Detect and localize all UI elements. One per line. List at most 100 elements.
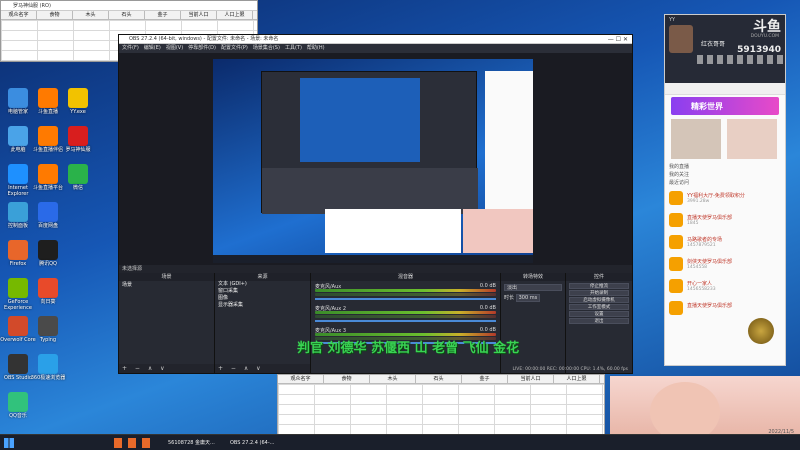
room-list-item[interactable]: 直播天使罗马俱乐部 1845 [665, 211, 785, 231]
column-header[interactable]: 木头 [73, 11, 109, 19]
scenes-dock[interactable]: 场景 场景 + − ∧ ∨ [119, 273, 215, 373]
desktop-icon[interactable] [38, 278, 58, 298]
column-header[interactable]: 人口上限 [217, 11, 253, 19]
obs-preview[interactable] [119, 53, 632, 265]
sources-dock[interactable]: 来源 文本 (GDI+) 窗口采集 图像 显示器采集 + − ∧ ∨ [215, 273, 311, 373]
mixer-track[interactable]: 麦克风/Aux 2 0.0 dB [315, 305, 496, 322]
control-button[interactable]: 启动虚拟摄像机 [569, 297, 629, 303]
control-buttons[interactable]: 停止推流 开始录制 启动虚拟摄像机 工作室模式 设置 退出 [566, 281, 632, 327]
source-item[interactable]: 图像 [215, 295, 310, 302]
section-label[interactable]: 我的关注 [669, 171, 781, 179]
mixer-dock[interactable]: 混音器 麦克风/Aux 0.0 dB 麦克风/Aux 2 0.0 dB 麦克风/Aux … [311, 273, 501, 373]
desktop-icon[interactable] [8, 202, 28, 222]
featured-thumb-1[interactable] [671, 119, 721, 159]
column-header[interactable]: 观众名字 [278, 375, 324, 383]
menu-item[interactable]: 配置文件(P) [221, 45, 248, 51]
scene-item[interactable]: 场景 [119, 281, 214, 289]
control-button[interactable]: 停止推流 [569, 283, 629, 289]
taskbar[interactable]: 56108728 金庸天... OBS 27.2.4 (64-... [0, 434, 800, 450]
room-list-item[interactable]: YY福利大厅-免费领取积分 3991.28w [665, 189, 785, 209]
start-button[interactable] [4, 438, 14, 448]
volume-slider[interactable] [315, 298, 496, 300]
controls-dock[interactable]: 控件 停止推流 开始录制 启动虚拟摄像机 工作室模式 设置 退出 [566, 273, 632, 373]
douyu-panel[interactable]: YY 斗鱼 DOUYU.COM 红衣哥哥 5913940 精彩世界 我的直播 我的… [664, 14, 786, 366]
section-label[interactable]: 最近访问 [669, 179, 781, 187]
menu-item[interactable]: 文件(F) [122, 45, 139, 51]
control-button[interactable]: 设置 [569, 311, 629, 317]
desktop-icon[interactable] [38, 354, 58, 374]
desktop-icon[interactable] [8, 88, 28, 108]
source-item[interactable]: 文本 (GDI+) [215, 281, 310, 288]
desktop-icon[interactable] [68, 164, 88, 184]
nested-sheet [325, 209, 461, 253]
pinned-apps[interactable] [114, 438, 154, 448]
douyu-featured[interactable] [671, 119, 779, 159]
source-item[interactable]: 显示器采集 [215, 302, 310, 309]
window-controls[interactable]: — ☐ ✕ [608, 35, 628, 44]
room-list-item[interactable]: 直播天使罗马俱乐部 [665, 299, 785, 319]
desktop-icon[interactable] [68, 126, 88, 146]
desktop-icon[interactable] [8, 354, 28, 374]
column-header[interactable]: 木头 [370, 375, 416, 383]
source-item[interactable]: 窗口采集 [215, 288, 310, 295]
desktop-icon[interactable] [38, 240, 58, 260]
desktop-icon[interactable] [38, 202, 58, 222]
spreadsheet-window-bottom[interactable]: 观众名字 食物 木头 石头 金子 当前人口 人口上限 [277, 374, 605, 436]
transitions-dock[interactable]: 转场特效 淡出 时长 300 ms [501, 273, 566, 373]
douyu-brand-sub: DOUYU.COM [750, 34, 779, 39]
douyu-nav[interactable] [665, 83, 785, 95]
menu-item[interactable]: 工具(T) [285, 45, 302, 51]
menu-item[interactable]: 停靠部件(D) [188, 45, 216, 51]
featured-thumb-2[interactable] [727, 119, 777, 159]
avatar[interactable] [669, 25, 693, 53]
control-button[interactable]: 工作室模式 [569, 304, 629, 310]
desktop-icon[interactable] [8, 164, 28, 184]
desktop-icon[interactable] [38, 88, 58, 108]
column-header[interactable]: 石头 [416, 375, 462, 383]
column-header[interactable]: 当前人口 [508, 375, 554, 383]
column-header[interactable]: 当前人口 [181, 11, 217, 19]
room-list-item[interactable]: 剑侠天使罗马俱乐部 1454558 [665, 255, 785, 275]
menu-item[interactable]: 帮助(H) [307, 45, 325, 51]
column-header[interactable]: 食物 [37, 11, 73, 19]
obs-window[interactable]: OBS 27.2.4 (64-bit, windows) - 配置文件: 未命名… [118, 34, 633, 374]
desktop-icon[interactable] [38, 126, 58, 146]
taskbar-item-obs[interactable]: OBS 27.2.4 (64-... [230, 437, 274, 449]
volume-slider[interactable] [315, 320, 496, 322]
desktop-icon[interactable] [8, 126, 28, 146]
column-header[interactable]: 金子 [145, 11, 181, 19]
column-header[interactable]: 人口上限 [554, 375, 600, 383]
room-list-item[interactable]: 开心一家人 1456558233 [665, 277, 785, 297]
room-sub: 1457879521 [687, 243, 716, 248]
desktop-icon[interactable] [38, 316, 58, 336]
desktop-icon[interactable] [8, 316, 28, 336]
control-button[interactable]: 退出 [569, 318, 629, 324]
desktop-icon[interactable] [8, 278, 28, 298]
desktop-icon[interactable] [8, 392, 28, 412]
section-label[interactable]: 我的直播 [669, 163, 781, 171]
sources-list[interactable]: 文本 (GDI+) 窗口采集 图像 显示器采集 [215, 281, 310, 309]
douyu-room-list[interactable]: YY福利大厅-免费领取积分 3991.28w 直播天使罗马俱乐部 1845 马路歌者的专… [665, 189, 785, 339]
menu-item[interactable]: 场景集合(S) [253, 45, 280, 51]
scenes-toolbar[interactable]: + − ∧ ∨ [119, 364, 214, 373]
toolbar-icons[interactable] [697, 55, 783, 64]
menu-item[interactable]: 编辑(E) [144, 45, 161, 51]
taskbar-item-douyu[interactable]: 56108728 金庸天... [168, 437, 215, 449]
column-header[interactable]: 观众名字 [1, 11, 37, 19]
douyu-banner[interactable]: 精彩世界 [671, 97, 779, 115]
transition-select[interactable]: 淡出 [504, 284, 562, 291]
sources-toolbar[interactable]: + − ∧ ∨ [215, 364, 310, 373]
column-header[interactable]: 石头 [109, 11, 145, 19]
desktop-icon[interactable] [38, 164, 58, 184]
menu-item[interactable]: 视图(V) [166, 45, 183, 51]
room-list-item[interactable]: 马路歌者的专场 1457879521 [665, 233, 785, 253]
desktop-icon[interactable] [8, 240, 28, 260]
duration-input[interactable]: 300 ms [515, 294, 541, 302]
control-button[interactable]: 开始录制 [569, 290, 629, 296]
spreadsheet-bottom-grid[interactable] [278, 384, 604, 436]
desktop-icon[interactable] [68, 88, 88, 108]
column-header[interactable]: 金子 [462, 375, 508, 383]
column-header[interactable]: 食物 [324, 375, 370, 383]
room-icon [669, 257, 683, 271]
mixer-track[interactable]: 麦克风/Aux 0.0 dB [315, 283, 496, 300]
